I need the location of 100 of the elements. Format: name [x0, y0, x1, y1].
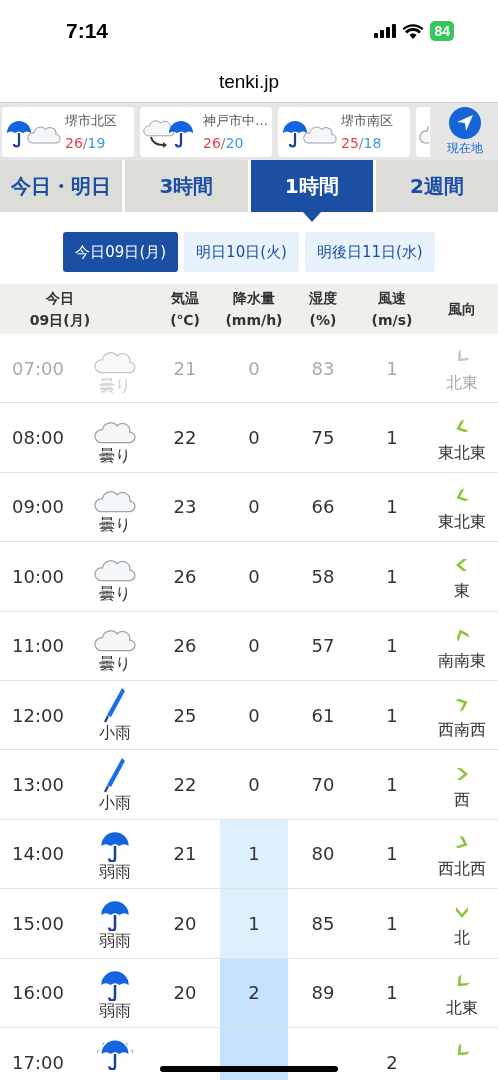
- tab[interactable]: 3時間: [125, 160, 248, 212]
- precipitation-cell-text: 0: [247, 773, 261, 798]
- time-cell-text: 08:00: [11, 426, 65, 451]
- tab[interactable]: 今日・明日: [0, 160, 123, 212]
- date-tab[interactable]: 明日10日(火): [184, 232, 299, 272]
- wind-direction: 南南東: [438, 649, 486, 672]
- wind-direction: 東北東: [438, 510, 486, 533]
- location-name: 神戸市中…: [203, 111, 268, 130]
- status-time: 7:14: [66, 18, 109, 45]
- weather-label: 曇り: [99, 445, 131, 466]
- temperature-cell-text: 20: [172, 911, 198, 936]
- wind-direction: 西南西: [438, 719, 486, 742]
- wind-direction: 西: [454, 788, 470, 811]
- site-title: tenki.jp: [218, 69, 280, 94]
- umbrella-icon: [98, 899, 132, 932]
- battery-icon: 84: [430, 21, 454, 41]
- closed-umbrella-icon: [103, 687, 127, 724]
- location-name: 堺市南区: [341, 111, 393, 130]
- temperature-cell-text: 20: [172, 981, 198, 1006]
- wind-speed-cell-text: 1: [385, 564, 399, 589]
- temperature-cell-text: 22: [172, 773, 198, 798]
- wind-direction: 北東: [446, 996, 478, 1019]
- time-cell-text: 16:00: [11, 981, 65, 1006]
- humidity-cell-text: 57: [310, 634, 336, 659]
- navigation-arrow-icon: [456, 114, 474, 132]
- time-cell-text: 17:00: [11, 1050, 65, 1075]
- humidity-cell-text: 83: [310, 356, 336, 381]
- weather-label: 小雨: [99, 792, 131, 813]
- wind-speed-cell-text: 1: [385, 495, 399, 520]
- time-cell-text: 14:00: [11, 842, 65, 867]
- temperature-range: 25/18: [341, 133, 383, 153]
- tab[interactable]: 2週間: [375, 160, 498, 212]
- time-cell-text: 09:00: [11, 495, 65, 520]
- precipitation-cell-text: 0: [247, 564, 261, 589]
- precipitation-cell-text: 0: [247, 634, 261, 659]
- column-header: 風速 (m/s): [370, 289, 414, 330]
- humidity-cell-text: 66: [310, 495, 336, 520]
- weather-label: 曇り: [99, 653, 131, 674]
- wind-speed-cell-text: 2: [385, 1050, 399, 1075]
- umbrella-icon: [97, 1038, 133, 1071]
- wind-speed-cell-text: 1: [385, 981, 399, 1006]
- precipitation-cell-text: 0: [247, 703, 261, 728]
- wind-direction: 北東: [446, 372, 478, 395]
- wind-direction: 西北西: [438, 857, 486, 880]
- date-tab[interactable]: 今日09日(月): [63, 232, 179, 272]
- time-cell-text: 13:00: [11, 773, 65, 798]
- humidity-cell-text: 58: [310, 564, 336, 589]
- temperature-range: 26/20: [203, 133, 245, 153]
- location-card[interactable]: 堺市南区 25/18: [278, 106, 410, 157]
- time-cell-text: 12:00: [11, 703, 65, 728]
- temperature-range: 26/19: [65, 133, 107, 153]
- wind-direction: 東: [454, 580, 470, 603]
- time-cell-text: 15:00: [11, 911, 65, 936]
- humidity-cell-text: 61: [310, 703, 336, 728]
- location-card[interactable]: [416, 106, 430, 157]
- temperature-cell-text: 22: [172, 426, 198, 451]
- humidity-cell-text: 80: [310, 842, 336, 867]
- precipitation-cell-text: 0: [247, 356, 261, 381]
- wind-speed-cell-text: 1: [385, 634, 399, 659]
- tab-pointer: [302, 212, 321, 222]
- time-cell-text: 07:00: [11, 356, 65, 381]
- date-tab[interactable]: 明後日11日(水): [304, 232, 435, 272]
- precipitation-cell-text: 1: [248, 842, 260, 867]
- humidity-cell-text: 85: [310, 911, 336, 936]
- location-card[interactable]: 神戸市中… 26/20: [140, 106, 272, 157]
- time-cell-text: 10:00: [11, 564, 65, 589]
- weather-label: 曇り: [99, 584, 131, 605]
- precipitation-cell-text: 0: [247, 426, 261, 451]
- signal-icon: [374, 24, 397, 38]
- column-header: 風向: [447, 300, 477, 319]
- time-cell-text: 11:00: [11, 634, 65, 659]
- column-header: 気温 (℃): [169, 289, 201, 330]
- weather-label: 弱雨: [99, 931, 131, 952]
- humidity-cell-text: 89: [310, 981, 336, 1006]
- temperature-cell-text: 26: [172, 564, 198, 589]
- umbrella-icon: [98, 829, 132, 862]
- column-header: 今日 09日(月): [28, 289, 92, 330]
- wind-speed-cell-text: 1: [385, 911, 399, 936]
- wifi-icon: [403, 23, 424, 39]
- temperature-cell-text: 25: [172, 703, 198, 728]
- wind-speed-cell-text: 1: [385, 773, 399, 798]
- location-card[interactable]: 堺市北区 26/19: [2, 106, 134, 157]
- weather-label: 弱雨: [99, 861, 131, 882]
- temperature-cell-text: 23: [172, 495, 198, 520]
- humidity-cell-text: 75: [310, 426, 336, 451]
- precipitation-cell-text: 2: [248, 981, 260, 1006]
- wind-direction: 東北東: [438, 441, 486, 464]
- temperature-cell-text: 21: [172, 842, 198, 867]
- weather-label: 弱雨: [99, 1000, 131, 1021]
- location-name: 堺市北区: [65, 111, 117, 130]
- wind-speed-cell-text: 1: [385, 842, 399, 867]
- temperature-cell-text: 21: [172, 356, 198, 381]
- wind-speed-cell-text: 1: [385, 703, 399, 728]
- temperature-cell-text: 26: [172, 634, 198, 659]
- wind-speed-cell-text: 1: [385, 356, 399, 381]
- column-header: 湿度 (%): [308, 289, 338, 330]
- weather-label: 曇り: [99, 514, 131, 535]
- precipitation-cell-text: 1: [248, 911, 260, 936]
- umbrella-icon: [98, 968, 132, 1001]
- wind-direction: 北: [454, 927, 470, 950]
